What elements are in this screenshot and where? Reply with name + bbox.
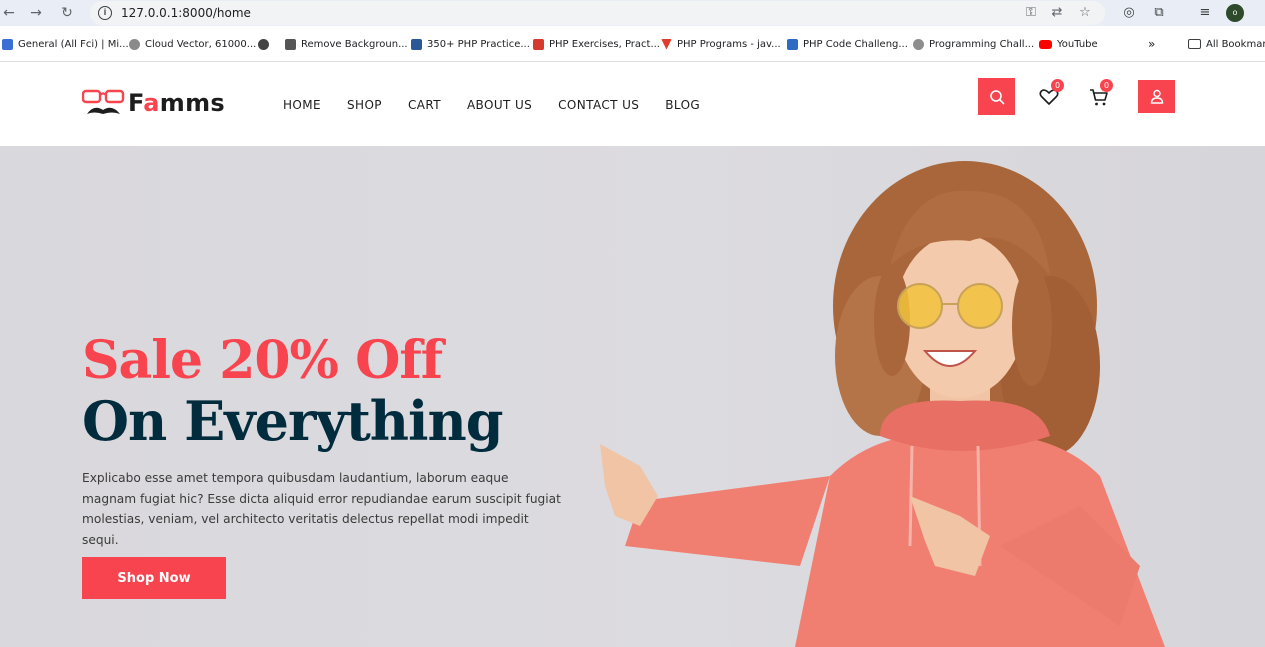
site-info-icon[interactable]: i (98, 6, 112, 20)
logo-text: Famms (128, 89, 225, 117)
bookmark-favicon-icon (285, 38, 296, 50)
bookmark-favicon-icon (913, 38, 924, 50)
hero-subheading: On Everything (82, 389, 504, 453)
bookmark-item[interactable]: YouTube (1039, 37, 1098, 51)
bookmark-item[interactable]: Remove Backgroun... (285, 37, 408, 51)
glasses-mustache-icon (82, 89, 125, 114)
main-navigation: HOME SHOP CART ABOUT US CONTACT US BLOG (283, 98, 726, 112)
bookmark-item[interactable]: PHP Programs - jav... (661, 37, 781, 51)
shop-now-button[interactable]: Shop Now (82, 557, 226, 599)
bookmark-favicon-icon (411, 38, 422, 50)
site-logo[interactable]: Famms (82, 86, 225, 120)
search-button[interactable] (978, 78, 1015, 115)
nav-shop[interactable]: SHOP (347, 98, 382, 112)
bookmark-item[interactable] (258, 37, 269, 51)
extensions-puzzle-icon[interactable]: ⧉ (1150, 4, 1168, 22)
hero-description: Explicabo esse amet tempora quibusdam la… (82, 471, 561, 547)
bookmark-favicon-icon (2, 38, 13, 50)
forward-icon[interactable]: → (27, 4, 45, 22)
nav-contact-us[interactable]: CONTACT US (558, 98, 639, 112)
user-account-button[interactable] (1138, 80, 1175, 113)
wishlist-count-badge: 0 (1051, 79, 1064, 92)
bookmark-favicon-icon (787, 38, 798, 50)
bookmark-item[interactable]: PHP Code Challeng... (787, 37, 908, 51)
hero-banner: Sale 20% Off On Everything Explicabo ess… (0, 146, 1265, 647)
nav-about-us[interactable]: ABOUT US (467, 98, 532, 112)
hero-model-image (600, 161, 1165, 647)
youtube-icon (1039, 39, 1052, 49)
reading-list-icon[interactable]: ≡ (1196, 4, 1214, 22)
bookmark-item[interactable]: Cloud Vector, 61000... (129, 37, 256, 51)
browser-toolbar: ← → ↻ i 127.0.0.1:8000/home ⚿ ⇄ ☆ ◎ ⧉ ≡ … (0, 0, 1265, 26)
bookmark-item[interactable]: 350+ PHP Practice... (411, 37, 530, 51)
profile-avatar[interactable]: o (1226, 4, 1244, 22)
bookmark-star-icon[interactable]: ☆ (1076, 4, 1094, 22)
bookmarks-overflow-button[interactable]: » (1148, 37, 1155, 51)
bookmark-favicon-icon (661, 38, 672, 50)
translate-icon[interactable]: ⇄ (1048, 4, 1066, 22)
back-icon[interactable]: ← (0, 4, 18, 22)
password-key-icon[interactable]: ⚿ (1022, 4, 1040, 22)
reload-icon[interactable]: ↻ (58, 4, 76, 22)
folder-icon (1188, 39, 1201, 49)
extension-circle-icon[interactable]: ◎ (1120, 4, 1138, 22)
globe-icon (258, 38, 269, 50)
all-bookmarks-button[interactable]: All Bookmarks (1188, 37, 1265, 51)
bookmark-item[interactable]: General (All Fci) | Mi... (2, 37, 129, 51)
search-icon (989, 89, 1004, 104)
bookmark-favicon-icon (129, 38, 140, 50)
cart-count-badge: 0 (1100, 79, 1113, 92)
bookmark-item[interactable]: PHP Exercises, Pract... (533, 37, 660, 51)
nav-home[interactable]: HOME (283, 98, 321, 112)
bookmark-favicon-icon (533, 38, 544, 50)
hero-sale-heading: Sale 20% Off (82, 330, 443, 391)
nav-cart[interactable]: CART (408, 98, 441, 112)
user-icon (1150, 89, 1163, 104)
site-header: Famms HOME SHOP CART ABOUT US CONTACT US… (0, 62, 1265, 146)
nav-blog[interactable]: BLOG (665, 98, 700, 112)
url-text[interactable]: 127.0.0.1:8000/home (121, 6, 251, 20)
address-bar[interactable]: i 127.0.0.1:8000/home ⚿ ⇄ ☆ (90, 1, 1105, 25)
bookmark-item[interactable]: Programming Chall... (913, 37, 1034, 51)
bookmarks-bar: General (All Fci) | Mi... Cloud Vector, … (0, 26, 1265, 62)
